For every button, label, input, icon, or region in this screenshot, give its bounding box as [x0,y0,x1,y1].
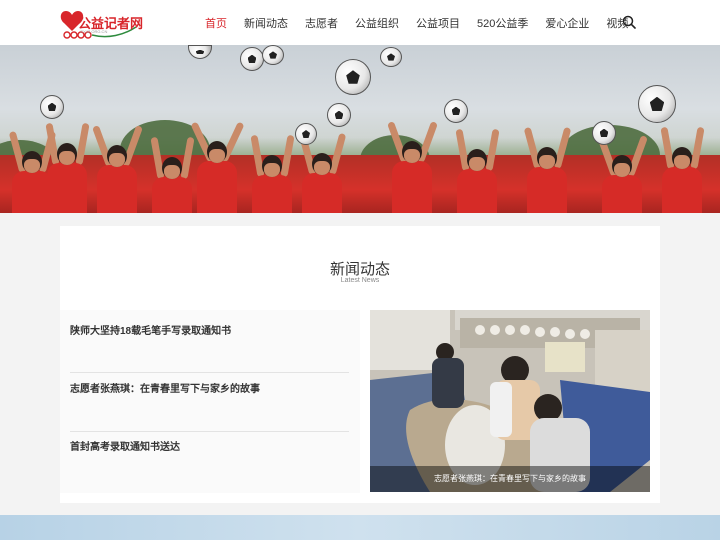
news-item[interactable]: 首封高考录取通知书送达 [70,438,349,453]
nav-item-volunteers[interactable]: 志愿者 [305,15,338,31]
child-figure [190,121,245,213]
football-icon [262,45,284,65]
news-list: 陕师大坚持18载毛笔手写录取通知书 志愿者张燕琪：在青春里写下与家乡的故事 首封… [60,310,360,493]
site-logo[interactable]: 公益记者网 GYJZ.ORG.CN [58,5,143,41]
child-figure [387,121,438,213]
site-header: 公益记者网 GYJZ.ORG.CN 首页 新闻动态 志愿者 公益组织 公益项目 … [0,0,720,45]
child-figure [298,132,347,213]
news-item[interactable]: 志愿者张燕琪：在青春里写下与家乡的故事 [70,380,349,395]
football-icon [327,103,351,127]
nav-item-home[interactable]: 首页 [205,15,227,31]
football-icon [240,47,264,71]
nav-item-news[interactable]: 新闻动态 [244,15,288,31]
football-icon [40,95,64,119]
hero-banner[interactable] [0,45,720,213]
nav-item-520-season[interactable]: 520公益季 [477,15,528,31]
child-figure [92,125,143,213]
section-title: 新闻动态 [329,261,390,278]
news-section: 新闻动态 Latest News 陕师大坚持18载毛笔手写录取通知书 志愿者张燕… [60,226,660,503]
main-nav: 首页 新闻动态 志愿者 公益组织 公益项目 520公益季 爱心企业 视频 [205,0,645,45]
feature-photo-illustration [370,310,650,492]
football-icon [638,85,676,123]
footer-banner-strip [0,515,720,540]
news-item[interactable]: 陕师大坚持18载毛笔手写录取通知书 [70,322,349,337]
search-icon[interactable] [622,15,636,29]
nav-item-organizations[interactable]: 公益组织 [355,15,399,31]
featured-news-caption: 志愿者张燕琪：在青春里写下与家乡的故事 [370,466,650,492]
nav-item-projects[interactable]: 公益项目 [416,15,460,31]
child-figure [150,136,195,213]
section-subtitle: Latest News [340,277,380,284]
child-figure [45,122,90,213]
child-figure [523,126,572,213]
football-icon [444,99,468,123]
football-icon [592,121,616,145]
nav-item-companies[interactable]: 爱心企业 [545,15,589,31]
news-divider [70,431,349,432]
football-icon [295,123,317,145]
football-icon [380,47,402,67]
featured-news-image[interactable]: 志愿者张燕琪：在青春里写下与家乡的故事 [370,310,650,492]
football-icon [335,59,371,95]
child-figure [660,126,705,213]
football-icon [188,45,212,59]
child-figure [597,135,648,213]
news-divider [70,372,349,373]
child-figure [250,134,295,213]
logo-subtext: GYJZ.ORG.CN [80,29,108,34]
child-figure [455,128,500,213]
